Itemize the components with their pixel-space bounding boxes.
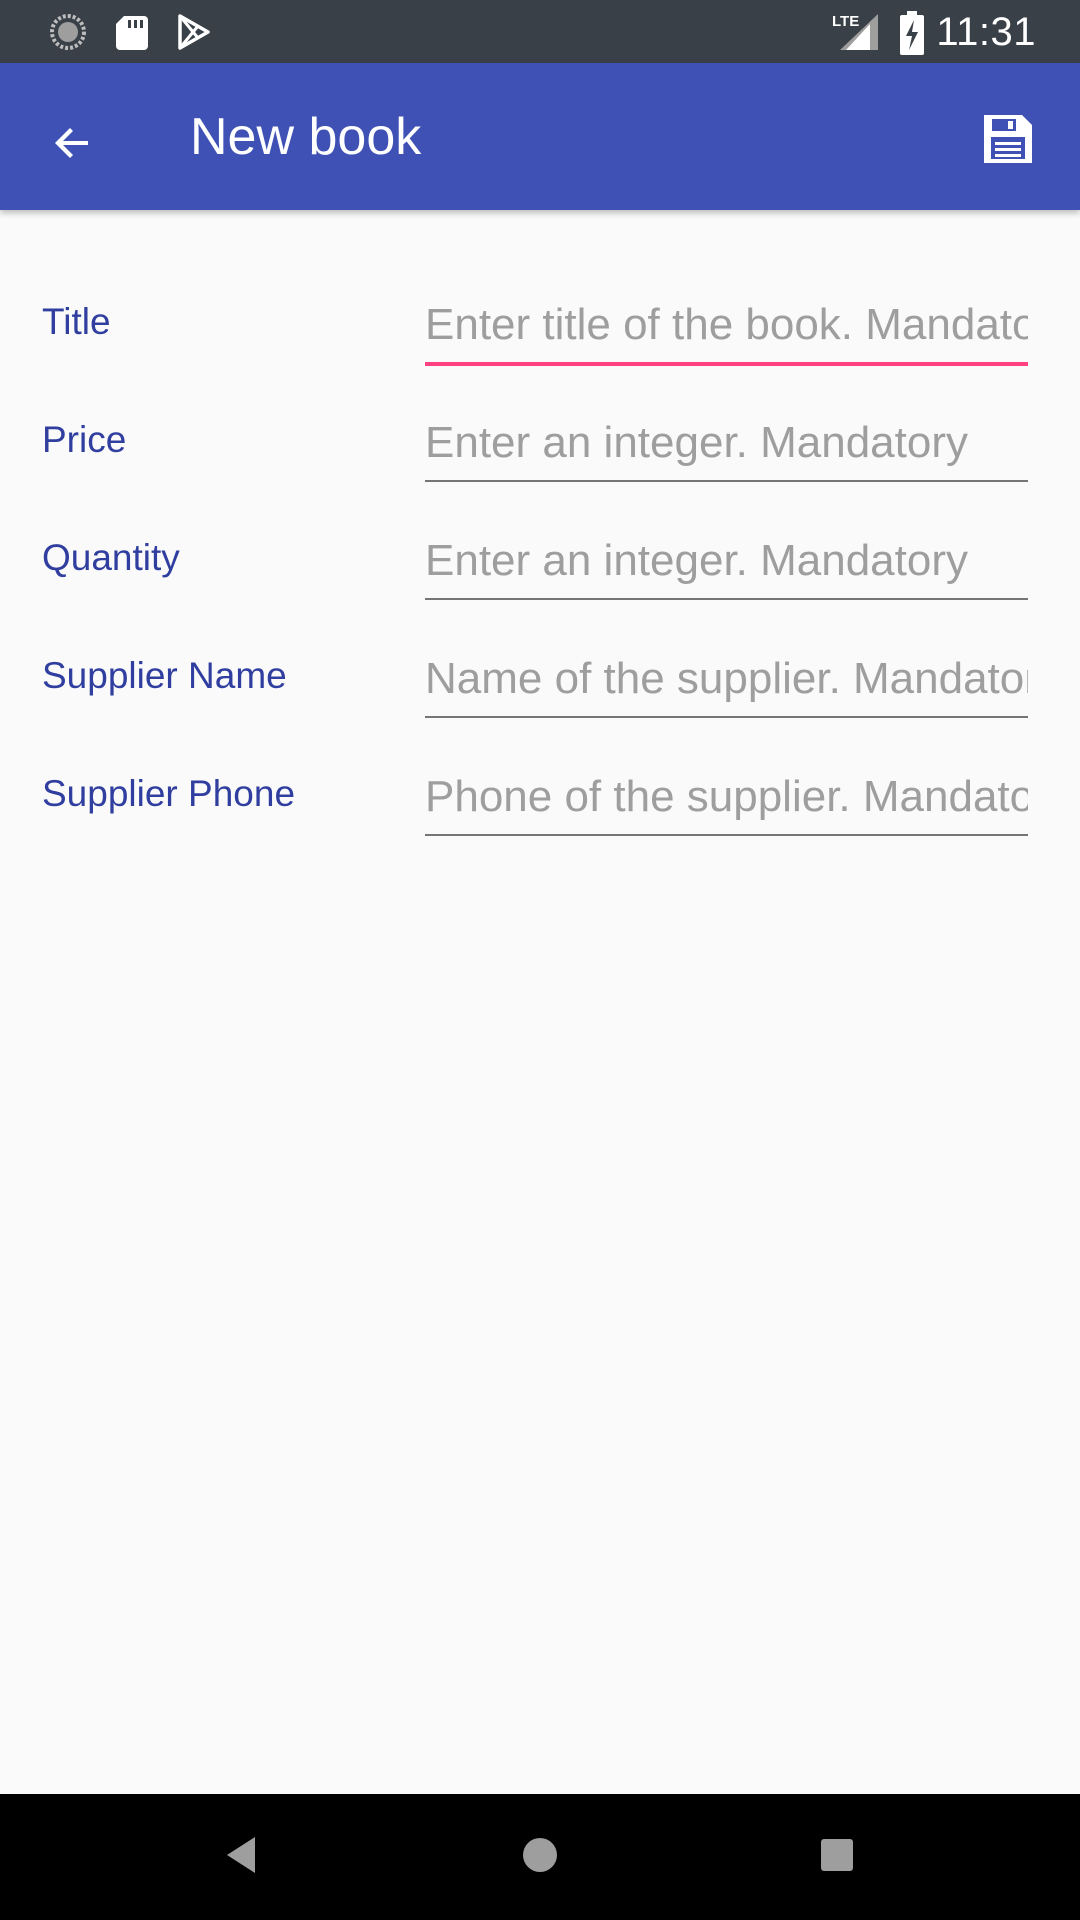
nav-back-button[interactable] <box>206 1822 276 1892</box>
quantity-label: Quantity <box>42 537 180 578</box>
sd-card-icon <box>112 12 152 52</box>
nav-home-button[interactable] <box>505 1822 575 1892</box>
page-title: New book <box>190 108 422 166</box>
screen: LTE 11:31 New book Title Enter title of … <box>0 0 1080 1920</box>
form-row-price: Price <box>0 358 1080 482</box>
price-input[interactable] <box>425 408 1028 478</box>
loading-icon <box>48 12 88 52</box>
price-label: Price <box>42 419 127 460</box>
form-row-quantity: Quantity <box>0 476 1080 600</box>
form-row-supplier-name: Supplier Name <box>0 594 1080 718</box>
form-row-supplier-phone: Supplier Phone <box>0 712 1080 836</box>
title-field-container <box>425 290 1028 366</box>
status-clock: 11:31 <box>936 10 1036 54</box>
supplier-name-field-container <box>425 644 1028 718</box>
price-field-container <box>425 408 1028 482</box>
supplier-phone-field-container <box>425 762 1028 836</box>
save-icon <box>980 111 1036 172</box>
battery-charging-icon <box>898 10 926 56</box>
supplier-name-label: Supplier Name <box>42 655 287 696</box>
back-button[interactable] <box>30 103 114 187</box>
home-circle-icon <box>520 1835 560 1880</box>
app-bar: New book <box>0 63 1080 210</box>
quantity-field-container <box>425 526 1028 600</box>
status-bar: LTE 11:31 <box>0 0 1080 63</box>
recents-square-icon <box>819 1837 855 1878</box>
signal-icon: LTE <box>830 10 880 52</box>
back-triangle-icon <box>221 1833 261 1882</box>
navigation-bar <box>0 1794 1080 1920</box>
supplier-phone-label: Supplier Phone <box>42 773 296 814</box>
save-button[interactable] <box>966 99 1050 183</box>
network-type-label: LTE <box>832 13 859 30</box>
quantity-input[interactable] <box>425 526 1028 596</box>
play-store-icon <box>174 12 214 52</box>
nav-recents-button[interactable] <box>802 1822 872 1892</box>
form-row-title: Title <box>0 240 1080 366</box>
supplier-phone-input[interactable] <box>425 762 1028 832</box>
arrow-back-icon <box>48 119 96 172</box>
title-label: Title <box>42 301 111 342</box>
supplier-name-input[interactable] <box>425 644 1028 714</box>
title-input[interactable] <box>425 290 1028 360</box>
